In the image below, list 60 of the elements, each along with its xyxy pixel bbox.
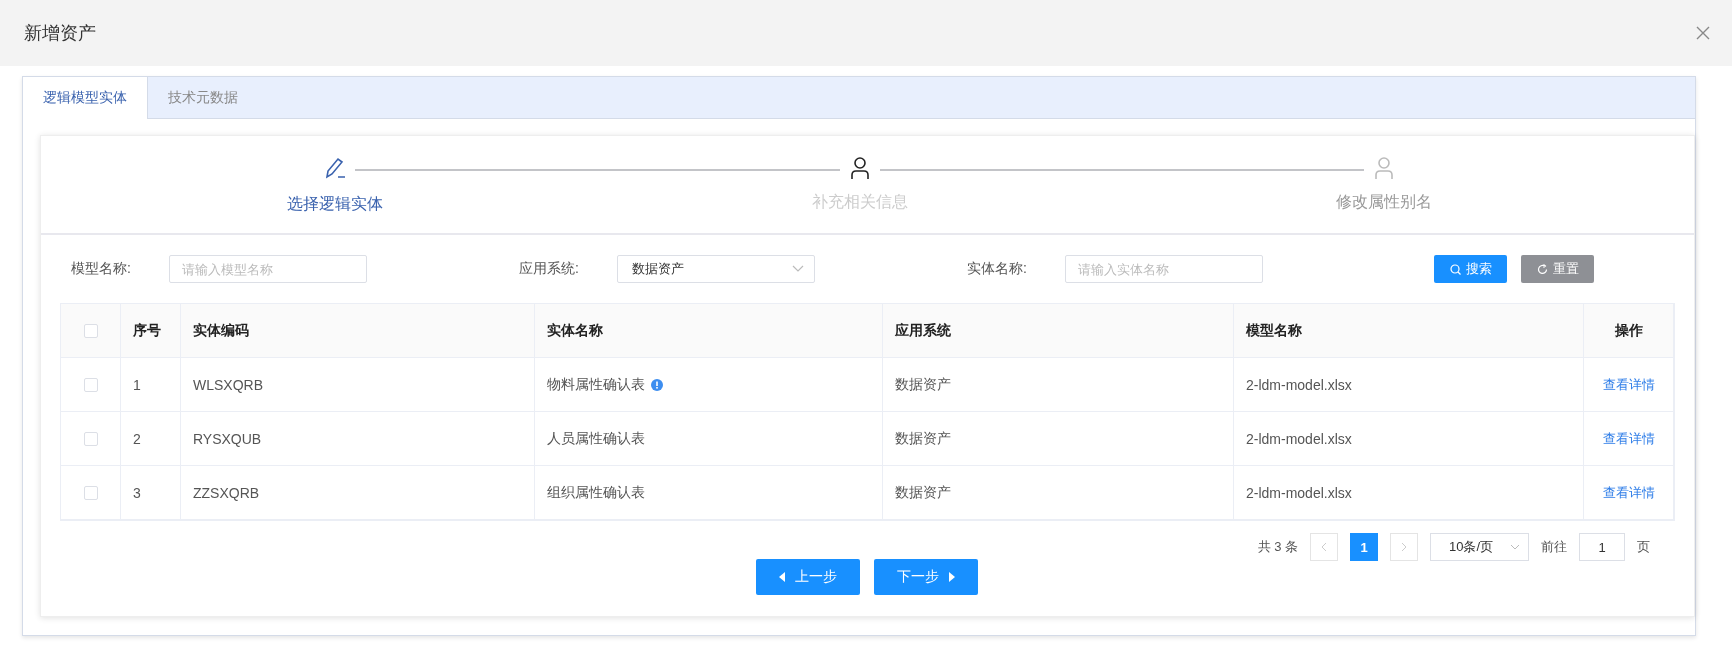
input-field[interactable]: 请输入实体名称	[1065, 255, 1263, 283]
tab[interactable]: 技术元数据	[148, 77, 259, 119]
total-count: 共 3 条	[1257, 538, 1298, 556]
table-cell: 2	[133, 430, 141, 447]
next-step-button[interactable]: 下一步	[874, 559, 978, 595]
table-cell: 2-ldm-model.xlsx	[1246, 484, 1352, 501]
step-label: 选择逻辑实体	[287, 194, 383, 214]
column-header: 操作	[1614, 321, 1643, 340]
step-label: 修改属性别名	[1336, 192, 1432, 212]
filter-label: 实体名称:	[967, 260, 1028, 278]
person-icon	[1374, 156, 1394, 180]
table-cell: 数据资产	[895, 429, 951, 448]
table-cell: RYSXQUB	[193, 430, 262, 447]
search-button[interactable]: 搜索	[1434, 255, 1507, 283]
view-details-link[interactable]: 查看详情	[1602, 483, 1655, 502]
triangle-left-icon	[779, 572, 785, 582]
select-field[interactable]: 数据资产	[617, 255, 815, 283]
table-cell: 2-ldm-model.xlsx	[1246, 430, 1352, 447]
checkbox[interactable]	[83, 377, 98, 392]
table-cell: 1	[133, 376, 141, 393]
chevron-down-icon	[792, 265, 804, 273]
column-header: 实体名称	[547, 321, 603, 340]
table-cell: 2-ldm-model.xlsx	[1246, 376, 1352, 393]
checkbox[interactable]	[83, 323, 98, 338]
checkbox[interactable]	[83, 485, 98, 500]
chevron-right-icon	[1401, 542, 1407, 552]
page-size-select[interactable]: 10条/页	[1430, 533, 1529, 561]
close-icon[interactable]	[1694, 24, 1712, 42]
person-icon	[849, 156, 870, 180]
column-header: 应用系统	[895, 321, 951, 340]
column-header: 序号	[133, 321, 161, 340]
table-cell: 人员属性确认表	[547, 429, 645, 448]
dialog-title: 新增资产	[24, 22, 96, 45]
table-cell: 数据资产	[895, 375, 951, 394]
table-cell: 3	[133, 484, 141, 501]
input-field[interactable]: 请输入模型名称	[169, 255, 367, 283]
filter-label: 应用系统:	[519, 260, 580, 278]
view-details-link[interactable]: 查看详情	[1602, 375, 1655, 394]
chevron-down-icon	[1510, 544, 1520, 550]
table-cell: 物料属性确认表	[547, 375, 645, 394]
tab[interactable]: 逻辑模型实体	[23, 77, 148, 119]
filter-label: 模型名称:	[71, 260, 132, 278]
previous-step-button[interactable]: 上一步	[756, 559, 860, 595]
checkbox[interactable]	[83, 431, 98, 446]
refresh-icon	[1536, 263, 1548, 275]
table-cell: ZZSXQRB	[193, 484, 260, 501]
page-button[interactable]: 1	[1350, 533, 1378, 561]
table-cell: 数据资产	[895, 483, 951, 502]
column-header: 模型名称	[1246, 321, 1302, 340]
table-cell: 组织属性确认表	[547, 483, 645, 502]
triangle-right-icon	[949, 572, 955, 582]
page-suffix: 页	[1637, 538, 1650, 556]
column-header: 实体编码	[193, 321, 249, 340]
search-icon	[1449, 263, 1461, 275]
page-input[interactable]: 1	[1579, 533, 1625, 561]
goto-label: 前往	[1541, 538, 1567, 556]
chevron-left-icon	[1321, 542, 1327, 552]
reset-button[interactable]: 重置	[1521, 255, 1594, 283]
view-details-link[interactable]: 查看详情	[1602, 429, 1655, 448]
table-cell: WLSXQRB	[193, 376, 263, 393]
